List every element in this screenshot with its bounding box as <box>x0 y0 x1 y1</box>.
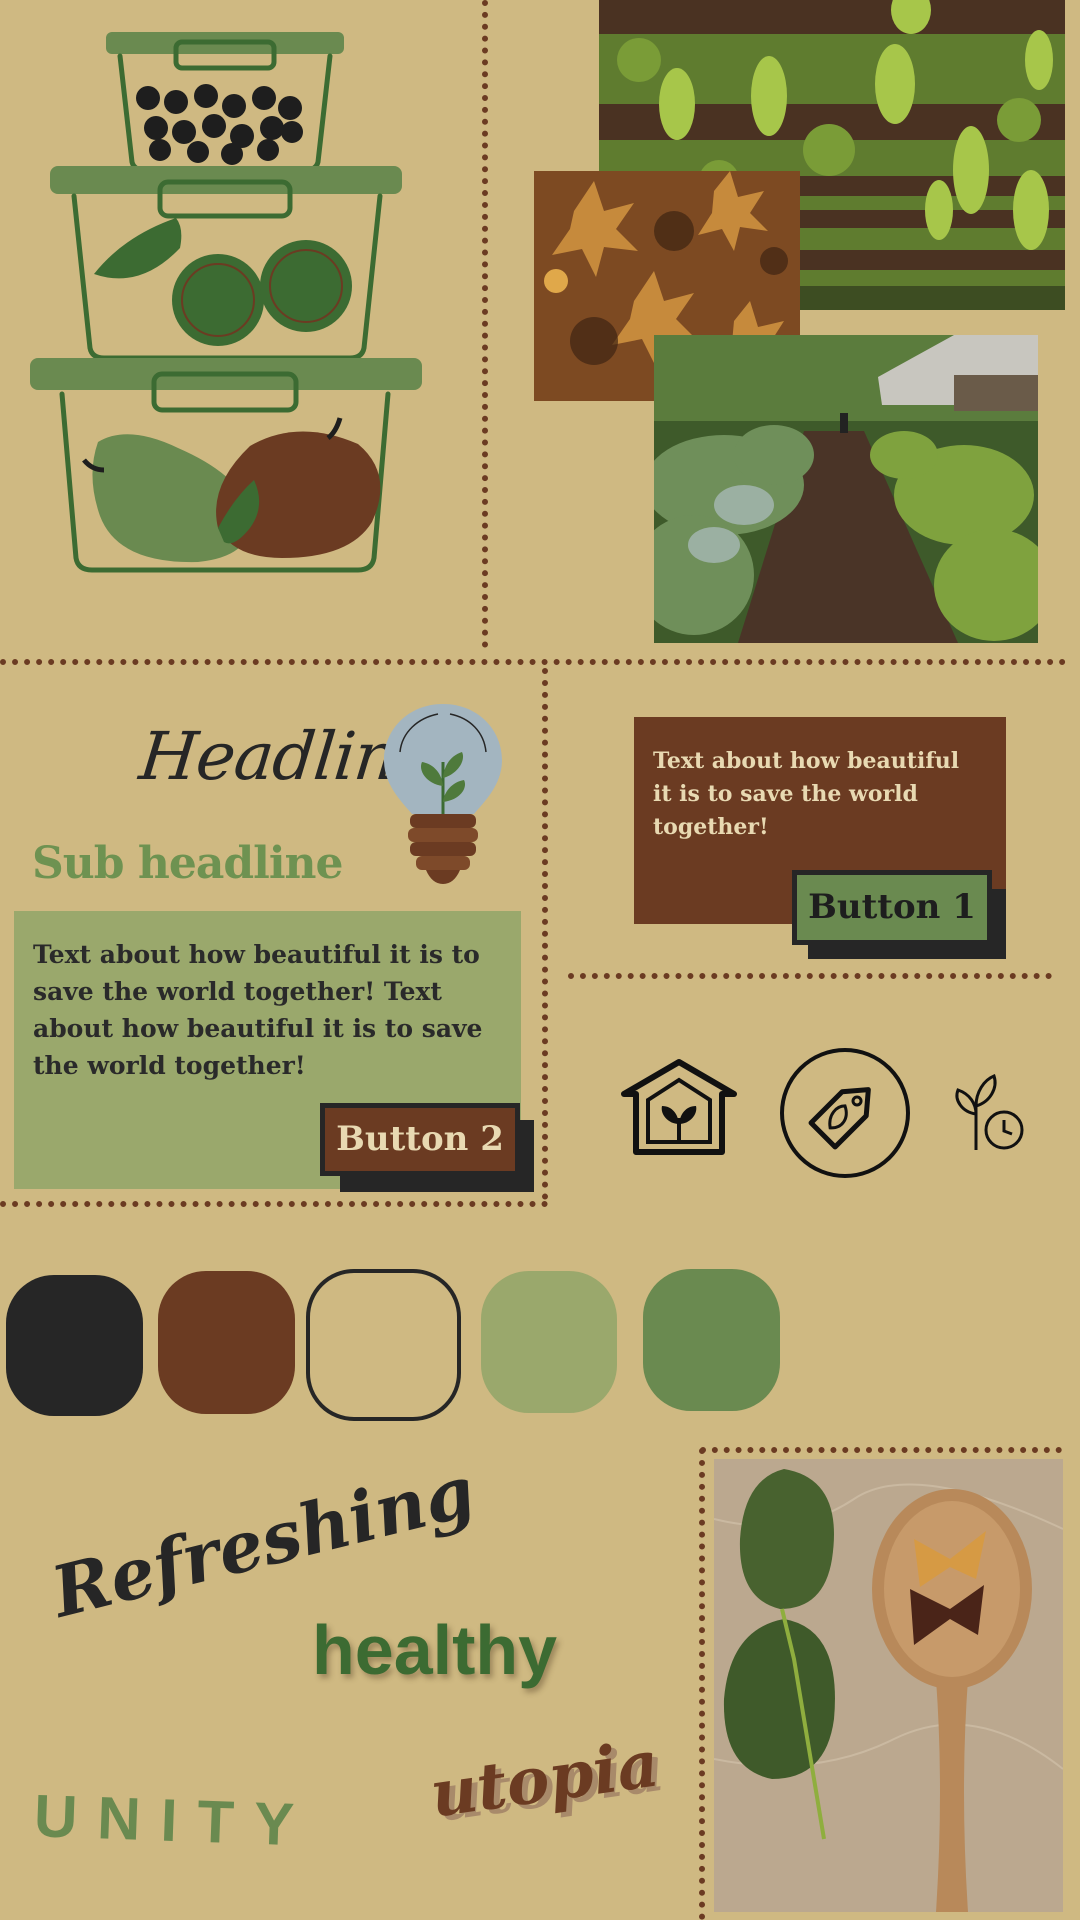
word-healthy: healthy <box>312 1611 558 1689</box>
lightbulb-plant-icon <box>384 704 502 884</box>
eco-tag-icon <box>780 1048 910 1178</box>
divider-vertical-bottom <box>699 1448 705 1920</box>
subheadline-sample: Sub headline <box>32 838 344 889</box>
swatch-tan <box>306 1269 461 1421</box>
button-2[interactable]: Button 2 <box>320 1103 520 1176</box>
button-1[interactable]: Button 1 <box>792 870 992 945</box>
swatch-green <box>643 1269 780 1411</box>
divider-horizontal-top <box>0 659 1066 665</box>
swatch-sage <box>481 1271 617 1413</box>
house-plant-icon <box>621 1059 737 1155</box>
food-containers-illustration <box>30 32 422 573</box>
spinach-spoon-photo <box>714 1459 1063 1912</box>
swatch-brown <box>158 1271 295 1414</box>
divider-horizontal-middle-right <box>568 973 1052 979</box>
vegetable-garden-photo <box>654 335 1038 643</box>
word-unity: UNITY <box>32 1782 316 1859</box>
word-utopia: utopia <box>425 1726 664 1833</box>
divider-horizontal-bottom <box>700 1447 1062 1453</box>
swatch-dark <box>6 1275 143 1416</box>
divider-horizontal-middle-left <box>0 1201 548 1207</box>
body-text-short: Text about how beautiful it is to save t… <box>653 748 960 840</box>
plant-clock-icon <box>955 1074 1024 1150</box>
divider-vertical-middle <box>542 668 548 1200</box>
body-text-long: Text about how beautiful it is to save t… <box>33 940 483 1080</box>
word-refreshing: Refreshing <box>43 1448 483 1634</box>
divider-vertical-top <box>482 0 488 648</box>
